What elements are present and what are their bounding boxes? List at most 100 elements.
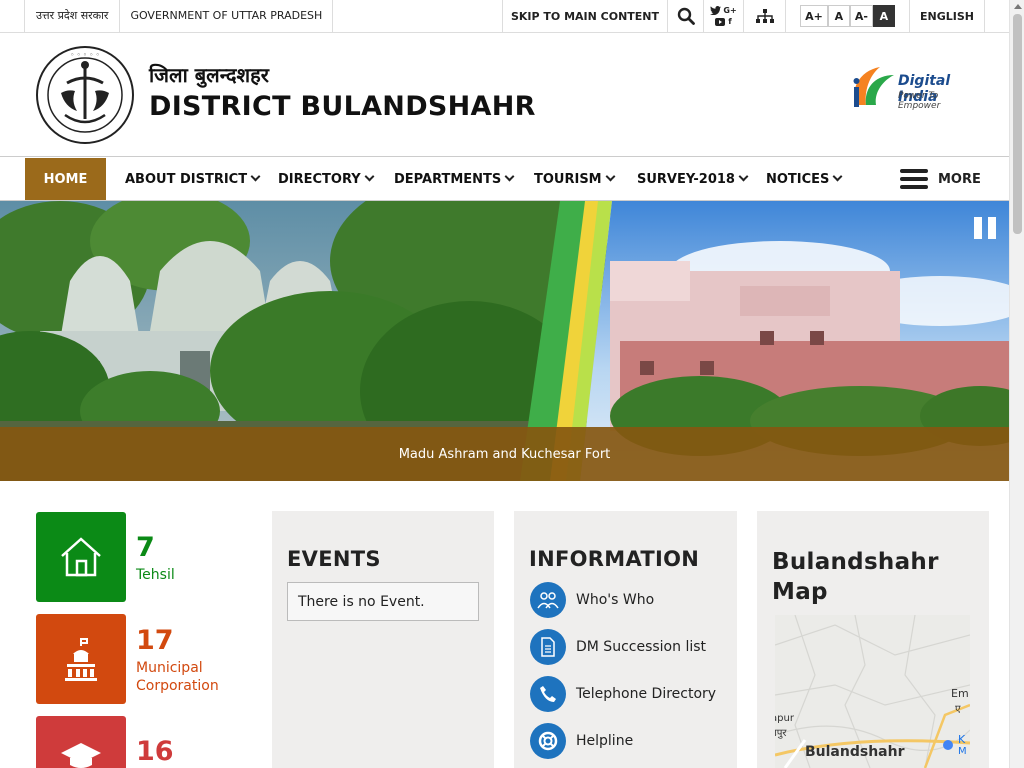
info-link-label: DM Succession list: [576, 639, 707, 655]
more-label: MORE: [938, 171, 981, 187]
nav-label: DEPARTMENTS: [394, 171, 502, 187]
information-panel: INFORMATION Who's Who DM Succession list…: [514, 511, 737, 768]
chevron-down-icon: [738, 171, 749, 181]
info-link-label: Helpline: [576, 733, 634, 749]
hero-banner-slider[interactable]: Madu Ashram and Kuchesar Fort: [0, 201, 1009, 481]
main-navigation: HOME ABOUT DISTRICT DIRECTORY DEPARTMENT…: [0, 158, 1009, 201]
map-heading-line-1: Bulandshahr: [772, 549, 939, 575]
stat-value-tehsil: 7: [136, 532, 155, 563]
district-title-hindi: जिला बुलन्दशहर: [149, 63, 269, 87]
nav-home[interactable]: HOME: [25, 158, 106, 200]
pause-icon: [974, 217, 982, 239]
stat-label-line-1: Municipal: [136, 660, 203, 676]
state-name-english[interactable]: GOVERNMENT OF UTTAR PRADESH: [119, 0, 334, 32]
banner-caption: Madu Ashram and Kuchesar Fort: [0, 427, 1009, 481]
normal-font-button[interactable]: A: [827, 5, 850, 27]
stat-label-municipal-corporation: Municipal Corporation: [136, 659, 219, 695]
stat-tile-municipal-corporation[interactable]: [36, 614, 126, 704]
municipal-building-icon: [65, 638, 97, 681]
stat-label-tehsil: Tehsil: [136, 567, 175, 583]
nav-directory[interactable]: DIRECTORY: [278, 158, 375, 200]
search-icon: [677, 7, 695, 25]
up-government-emblem[interactable]: ◦ ◦ ◦ ◦ ◦: [35, 45, 135, 145]
google-plus-icon: G+: [723, 5, 737, 15]
info-link-dm-succession-list[interactable]: DM Succession list: [530, 629, 706, 665]
social-row-1: G+: [710, 5, 737, 16]
chevron-down-icon: [605, 171, 616, 181]
nav-survey-2018[interactable]: SURVEY-2018: [637, 158, 749, 200]
nav-more-button[interactable]: MORE: [900, 158, 981, 200]
nav-departments[interactable]: DEPARTMENTS: [394, 158, 515, 200]
nav-notices[interactable]: NOTICES: [766, 158, 843, 200]
nav-about-district[interactable]: ABOUT DISTRICT: [125, 158, 261, 200]
map-panel: Bulandshahr Map apur बपुर Em ए K M Bulan…: [757, 511, 989, 768]
increase-font-button[interactable]: A+: [800, 5, 828, 27]
stat-value-municipal-corporation: 17: [136, 625, 174, 656]
sitemap-icon: [755, 9, 774, 23]
social-media-button[interactable]: G+ f: [703, 0, 743, 32]
events-heading: EVENTS: [287, 547, 381, 571]
map-label-city: Bulandshahr: [805, 744, 905, 760]
map-label-apur: apur: [775, 713, 794, 724]
map-label-em-hindi: ए: [955, 704, 961, 715]
skip-to-main-content-link[interactable]: SKIP TO MAIN CONTENT: [501, 0, 667, 32]
map-label-em: Em: [951, 687, 969, 700]
nav-label: ABOUT DISTRICT: [125, 171, 248, 187]
map-heading: Bulandshahr Map: [772, 547, 939, 607]
stat-label-line-2: Corporation: [136, 678, 219, 694]
info-link-telephone-directory[interactable]: Telephone Directory: [530, 676, 716, 712]
svg-text:◦ ◦ ◦ ◦ ◦: ◦ ◦ ◦ ◦ ◦: [70, 51, 100, 59]
youtube-icon: [715, 17, 726, 26]
document-icon: [530, 629, 566, 665]
district-title-english[interactable]: DISTRICT BULANDSHAHR: [149, 91, 536, 122]
chevron-down-icon: [364, 171, 375, 181]
information-heading: INFORMATION: [529, 547, 700, 571]
nav-tourism[interactable]: TOURISM: [534, 158, 616, 200]
stat-tile-tehsil[interactable]: [36, 512, 126, 602]
info-link-label: Who's Who: [576, 592, 655, 608]
nav-label: SURVEY-2018: [637, 171, 735, 187]
no-events-message: There is no Event.: [287, 582, 479, 621]
digital-india-icon: [853, 67, 894, 107]
chevron-down-icon: [250, 171, 261, 181]
font-size-controls: A+ A A- A: [785, 0, 909, 32]
slider-pause-button[interactable]: [974, 217, 996, 239]
search-button[interactable]: [667, 0, 703, 32]
map-label-m: M: [958, 746, 967, 757]
digital-india-tagline: Power To Empower: [898, 91, 941, 111]
state-name-hindi[interactable]: उत्तर प्रदेश सरकार: [24, 0, 119, 32]
digital-india-logo[interactable]: Digital India Power To Empower: [850, 61, 982, 117]
nav-label: TOURISM: [534, 171, 602, 187]
decrease-font-button[interactable]: A-: [849, 5, 873, 27]
info-link-helpline[interactable]: Helpline: [530, 723, 633, 759]
map-label-k: K: [958, 733, 966, 746]
twitter-icon: [710, 6, 722, 15]
info-link-whos-who[interactable]: Who's Who: [530, 582, 654, 618]
social-row-2: f: [715, 16, 732, 27]
phone-icon: [530, 676, 566, 712]
stat-value-education: 16: [136, 736, 174, 767]
government-links: उत्तर प्रदेश सरकार GOVERNMENT OF UTTAR P…: [24, 0, 334, 32]
high-contrast-button[interactable]: A: [872, 5, 895, 27]
scroll-up-arrow-icon[interactable]: [1014, 4, 1022, 9]
facebook-icon: f: [728, 16, 732, 26]
nav-label: DIRECTORY: [278, 171, 361, 187]
home-icon: [61, 537, 101, 577]
page: { "topbar": { "state_hindi": "उत्तर प्रद…: [0, 0, 1024, 768]
scrollbar-thumb[interactable]: [1013, 14, 1022, 234]
events-panel: EVENTS There is no Event.: [272, 511, 494, 768]
chevron-down-icon: [832, 171, 843, 181]
utility-controls: SKIP TO MAIN CONTENT G+ f A+ A A- A ENGL…: [501, 0, 985, 32]
map-label-apur-hindi: बपुर: [775, 728, 787, 739]
site-header: ◦ ◦ ◦ ◦ ◦ जिला बुलन्दशहर DISTRICT BULAND…: [0, 33, 1009, 157]
lifebuoy-icon: [530, 723, 566, 759]
embedded-map[interactable]: apur बपुर Em ए K M Bulandshahr: [775, 615, 970, 768]
hamburger-icon: [900, 169, 928, 189]
stat-tile-education[interactable]: [36, 716, 126, 768]
graduation-cap-icon: [61, 743, 101, 768]
sitemap-button[interactable]: [743, 0, 785, 32]
page-scrollbar[interactable]: [1009, 0, 1024, 768]
people-icon: [530, 582, 566, 618]
language-selector[interactable]: ENGLISH: [909, 0, 985, 32]
map-heading-line-2: Map: [772, 579, 828, 605]
